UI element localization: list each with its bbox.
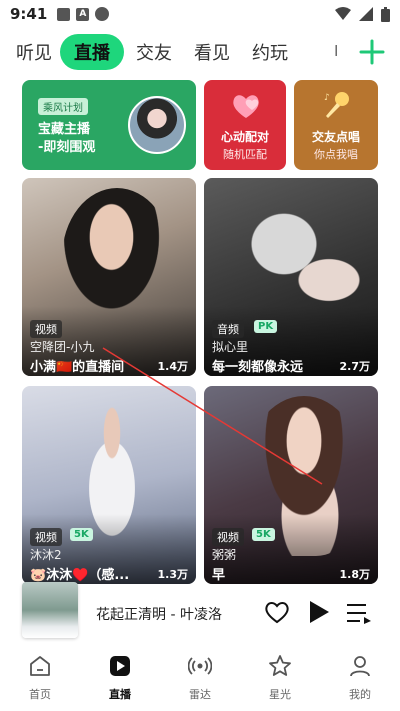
tile-streamer-name: 粥粥 xyxy=(212,548,237,562)
tile-title: 早 xyxy=(212,568,226,583)
featured-streamer-card[interactable]: 乘风计划 宝藏主播 -即刻围观 xyxy=(22,80,196,170)
signal-icon xyxy=(359,7,373,21)
heart-match-subtitle: 随机匹配 xyxy=(223,148,267,161)
nav-profile[interactable]: 我的 xyxy=(320,646,400,711)
song-title[interactable]: 花起正清明 - 叶凌洛 xyxy=(96,604,222,624)
home-icon xyxy=(30,656,50,676)
program-badge: 乘风计划 xyxy=(38,98,88,115)
streamer-avatar xyxy=(128,96,186,154)
video-tag: 视频 xyxy=(30,320,62,338)
nav-home-label: 首页 xyxy=(29,688,51,701)
globe-notification-icon xyxy=(95,7,110,21)
featured-line-2: -即刻围观 xyxy=(38,140,96,155)
status-system-icons xyxy=(335,6,390,22)
status-time: 9:41 xyxy=(10,5,48,23)
featured-line-1: 宝藏主播 xyxy=(38,122,91,137)
5k-badge: 5K xyxy=(70,528,93,541)
nav-profile-label: 我的 xyxy=(349,688,371,701)
tab-tingjian[interactable]: 听见 xyxy=(16,39,52,65)
nav-home[interactable]: 首页 xyxy=(0,646,80,711)
5k-badge: 5K xyxy=(252,528,275,541)
profile-icon xyxy=(350,656,370,677)
radar-icon xyxy=(188,657,212,675)
live-tile[interactable]: 音频 PK 拟心里 每一刻都像永远 2.7万 xyxy=(204,178,378,376)
tile-title: 每一刻都像永远 xyxy=(212,360,304,375)
status-bar: 9:41 A xyxy=(0,0,400,28)
tab-jiaoyou[interactable]: 交友 xyxy=(136,39,172,65)
mini-player[interactable]: 花起正清明 - 叶凌洛 xyxy=(0,582,400,638)
svg-text:♪: ♪ xyxy=(324,93,330,103)
nav-radar-label: 雷达 xyxy=(189,688,211,701)
nav-star[interactable]: 星光 xyxy=(240,646,320,711)
nav-live-label: 直播 xyxy=(109,688,131,701)
tile-title: 小满🇨🇳的直播间 xyxy=(30,360,125,375)
album-cover[interactable] xyxy=(22,582,78,638)
nav-live[interactable]: 直播 xyxy=(80,646,160,711)
nav-star-label: 星光 xyxy=(269,688,291,701)
viewer-count: 1.8万 xyxy=(339,568,371,581)
heart-match-title: 心动配对 xyxy=(220,130,269,144)
live-tile[interactable]: 视频 空降团-小九 小满🇨🇳的直播间 1.4万 xyxy=(22,178,196,376)
image-notification-icon xyxy=(57,7,71,21)
play-icon[interactable] xyxy=(308,600,330,624)
viewer-count: 1.4万 xyxy=(157,360,189,373)
star-icon xyxy=(269,655,291,676)
a-notification-icon: A xyxy=(76,7,90,21)
audio-tag: 音频 xyxy=(212,320,244,338)
live-tile[interactable]: 视频 5K 粥粥 早 1.8万 xyxy=(204,386,378,584)
song-request-card[interactable]: ♪ 交友点唱 你点我唱 xyxy=(294,80,378,170)
live-play-icon xyxy=(110,656,130,676)
tab-partial[interactable]: I xyxy=(334,42,338,60)
viewer-count: 2.7万 xyxy=(339,360,371,373)
add-icon[interactable] xyxy=(358,38,386,66)
like-heart-icon[interactable] xyxy=(264,600,290,624)
tab-kanjian[interactable]: 看见 xyxy=(194,39,230,65)
tile-streamer-name: 沐沐2 xyxy=(30,548,62,562)
video-tag: 视频 xyxy=(212,528,244,546)
pk-badge: PK xyxy=(254,320,278,333)
tile-streamer-name: 拟心里 xyxy=(212,340,249,354)
song-request-subtitle: 你点我唱 xyxy=(314,148,358,161)
song-request-title: 交友点唱 xyxy=(311,130,360,144)
viewer-count: 1.3万 xyxy=(157,568,189,581)
hearts-icon xyxy=(233,95,259,118)
category-tabs: 听见 直播 交友 看见 约玩 I xyxy=(0,30,400,74)
tab-zhibo[interactable]: 直播 xyxy=(60,34,124,70)
tile-streamer-name: 空降团-小九 xyxy=(30,340,95,354)
status-notification-icons: A xyxy=(57,7,110,21)
nav-radar[interactable]: 雷达 xyxy=(160,646,240,711)
wifi-icon xyxy=(335,7,351,20)
live-tile[interactable]: 视频 5K 沐沐2 🐷沐沐♥️（感... 1.3万 xyxy=(22,386,196,584)
video-tag: 视频 xyxy=(30,528,62,546)
playlist-icon[interactable] xyxy=(346,602,372,624)
bottom-navigation: 首页 直播 雷达 星光 我的 xyxy=(0,646,400,711)
microphone-icon: ♪ xyxy=(324,92,349,118)
tile-title: 🐷沐沐♥️（感... xyxy=(30,568,130,583)
heart-match-card[interactable]: 心动配对 随机匹配 xyxy=(204,80,286,170)
battery-icon xyxy=(381,6,390,22)
tab-yuewan[interactable]: 约玩 xyxy=(252,39,288,65)
